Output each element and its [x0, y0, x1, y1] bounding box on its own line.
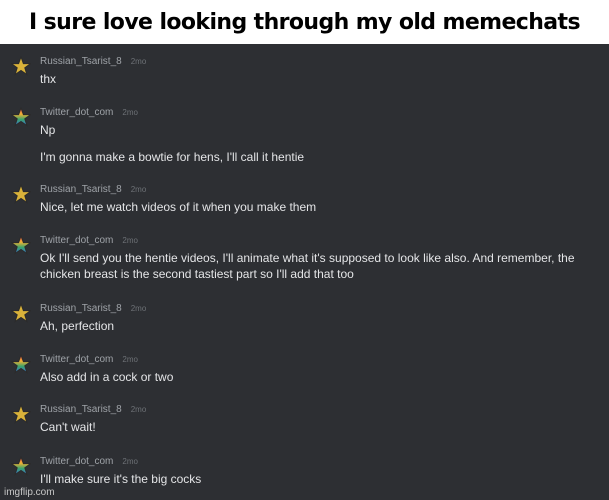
timestamp: 2mo: [130, 57, 147, 66]
username[interactable]: Twitter_dot_com 2mo: [40, 235, 138, 246]
gold-star-icon[interactable]: [11, 184, 31, 204]
timestamp: 2mo: [122, 457, 138, 466]
message-text: Also add in a cock or two: [40, 370, 174, 384]
meme-caption: I sure love looking through my old memec…: [29, 9, 581, 35]
username[interactable]: Russian_Tsarist_8 2mo: [40, 184, 146, 195]
gold-star-icon[interactable]: [11, 404, 31, 424]
message-text: I'm gonna make a bowtie for hens, I'll c…: [40, 150, 305, 164]
timestamp: 2mo: [122, 236, 138, 245]
timestamp: 2mo: [122, 355, 138, 364]
imgflip-watermark: imgflip.com: [4, 487, 55, 498]
username[interactable]: Twitter_dot_com 2mo: [40, 456, 138, 467]
rainbow-star-icon[interactable]: [11, 107, 31, 127]
username[interactable]: Twitter_dot_com 2mo: [40, 354, 138, 365]
gold-star-icon[interactable]: [11, 303, 31, 323]
username[interactable]: Russian_Tsarist_8 2mo: [40, 56, 146, 67]
timestamp: 2mo: [122, 108, 138, 117]
username[interactable]: Twitter_dot_com 2mo: [40, 107, 138, 118]
message-text: Np: [40, 123, 56, 137]
message-text: I'll make sure it's the big cocks: [40, 472, 202, 486]
gold-star-icon[interactable]: [11, 56, 31, 76]
message-text: Can't wait!: [40, 420, 96, 434]
message-text: thx: [40, 72, 57, 86]
message-text: Ah, perfection: [40, 319, 115, 333]
rainbow-star-icon[interactable]: [11, 456, 31, 476]
timestamp: 2mo: [130, 304, 147, 313]
timestamp: 2mo: [130, 185, 147, 194]
username[interactable]: Russian_Tsarist_8 2mo: [40, 404, 146, 415]
rainbow-star-icon[interactable]: [11, 354, 31, 374]
username[interactable]: Russian_Tsarist_8 2mo: [40, 303, 146, 314]
chat-panel: Russian_Tsarist_8 2mo thx Twitter_dot_com…: [0, 44, 609, 500]
message-text: Nice, let me watch videos of it when you…: [40, 200, 317, 214]
message-text: Ok I'll send you the hentie videos, I'll…: [40, 251, 575, 281]
rainbow-star-icon[interactable]: [11, 235, 31, 255]
timestamp: 2mo: [130, 405, 147, 414]
